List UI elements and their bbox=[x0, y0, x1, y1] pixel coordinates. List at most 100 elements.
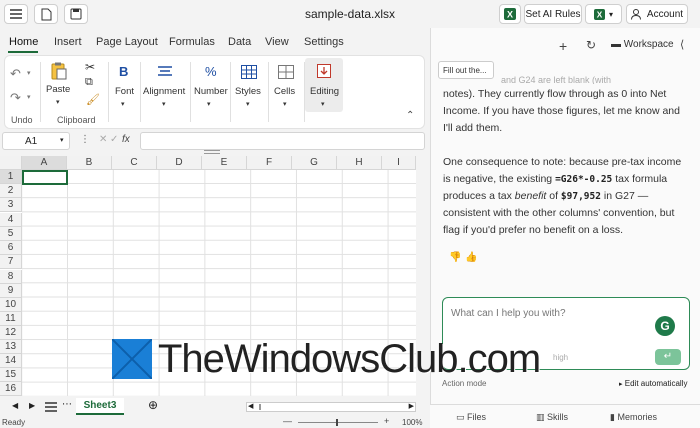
horizontal-scrollbar[interactable]: ◀ ▶ bbox=[246, 402, 416, 412]
enter-icon[interactable]: ✓ bbox=[110, 134, 118, 145]
collapse-ribbon-icon[interactable]: ⌃ bbox=[406, 110, 414, 121]
row-header[interactable]: 5 bbox=[0, 227, 22, 241]
divider bbox=[40, 62, 41, 122]
alignment-label: Alignment bbox=[143, 86, 186, 97]
redo-icon[interactable]: ↷ bbox=[10, 90, 21, 106]
column-header[interactable]: E bbox=[202, 156, 247, 170]
scroll-right-icon[interactable]: ▶ bbox=[409, 402, 414, 410]
row-header[interactable]: 6 bbox=[0, 241, 22, 255]
row-header[interactable]: 8 bbox=[0, 270, 22, 284]
add-icon[interactable]: + bbox=[559, 38, 567, 54]
vertical-scrollbar[interactable] bbox=[418, 156, 428, 396]
column-header[interactable]: G bbox=[292, 156, 337, 170]
scroll-thumb[interactable] bbox=[259, 404, 261, 410]
zoom-slider[interactable] bbox=[298, 419, 378, 426]
thumbs-up-icon[interactable]: 👍 bbox=[465, 252, 477, 263]
new-file-icon[interactable] bbox=[34, 4, 58, 24]
tab-data[interactable]: Data bbox=[228, 36, 251, 48]
history-icon[interactable]: ↻ bbox=[586, 38, 596, 52]
sheet-list-icon[interactable] bbox=[45, 402, 57, 412]
more-icon[interactable]: ⋮ bbox=[80, 134, 90, 145]
excel-dropdown-button[interactable]: X ▾ bbox=[585, 4, 622, 24]
zoom-out-icon[interactable]: — bbox=[283, 416, 292, 426]
copy-icon[interactable]: ⧉ bbox=[85, 76, 93, 89]
column-header[interactable]: A bbox=[22, 156, 67, 170]
cells-group[interactable]: Cells ▾ bbox=[269, 56, 303, 128]
edit-automatically-toggle[interactable]: ▸ Edit automatically bbox=[619, 379, 687, 388]
share-icon[interactable]: ⟨ bbox=[680, 38, 684, 51]
add-sheet-icon[interactable]: ⊕ bbox=[148, 398, 158, 412]
styles-group[interactable]: Styles ▾ bbox=[231, 56, 267, 128]
row-header[interactable]: 7 bbox=[0, 255, 22, 269]
select-all-corner[interactable] bbox=[0, 156, 22, 170]
chevron-down-icon[interactable]: ▾ bbox=[27, 93, 31, 101]
action-mode-label[interactable]: Action mode bbox=[442, 379, 486, 388]
sheet-tab-sheet3[interactable]: Sheet3 bbox=[76, 398, 124, 415]
excel-icon[interactable]: X bbox=[499, 4, 521, 24]
alignment-group[interactable]: Alignment ▾ bbox=[141, 56, 189, 128]
send-button[interactable]: ↵ bbox=[655, 349, 681, 365]
menu-icon[interactable] bbox=[4, 4, 28, 24]
tab-insert[interactable]: Insert bbox=[54, 36, 82, 48]
status-bar: Ready — + 100% bbox=[0, 416, 430, 428]
column-header[interactable]: H bbox=[337, 156, 382, 170]
more-sheets-icon[interactable]: ⋯ bbox=[62, 399, 72, 410]
cancel-icon[interactable]: ✕ bbox=[99, 134, 107, 145]
resize-handle[interactable] bbox=[204, 150, 220, 154]
tab-view[interactable]: View bbox=[265, 36, 289, 48]
font-group[interactable]: B Font ▾ bbox=[109, 56, 139, 128]
row-header[interactable]: 3 bbox=[0, 198, 22, 212]
set-ai-rules-button[interactable]: Set AI Rules bbox=[524, 4, 582, 24]
row-header[interactable]: 12 bbox=[0, 326, 22, 340]
cell-area[interactable] bbox=[22, 170, 416, 396]
row-header[interactable]: 10 bbox=[0, 298, 22, 312]
zoom-thumb[interactable] bbox=[336, 419, 338, 426]
workspace-button[interactable]: ▬ Workspace bbox=[611, 39, 674, 50]
fx-icon[interactable]: fx bbox=[122, 134, 130, 145]
row-header[interactable]: 2 bbox=[0, 184, 22, 198]
tab-page-layout[interactable]: Page Layout bbox=[96, 36, 158, 48]
save-icon[interactable] bbox=[64, 4, 88, 24]
column-header[interactable]: F bbox=[247, 156, 292, 170]
grammarly-icon[interactable]: G bbox=[655, 316, 675, 336]
tab-memories[interactable]: ▮ Memories bbox=[610, 412, 657, 423]
next-sheet-icon[interactable]: ▶ bbox=[29, 401, 35, 410]
spreadsheet-grid[interactable]: A B C D E F G H I 1 2 3 4 5 6 7 8 9 10 1… bbox=[0, 156, 416, 396]
row-header[interactable]: 14 bbox=[0, 354, 22, 368]
name-box[interactable]: A1 ▾ bbox=[2, 132, 70, 150]
tab-settings[interactable]: Settings bbox=[304, 36, 344, 48]
row-header[interactable]: 9 bbox=[0, 284, 22, 298]
undo-icon[interactable]: ↶ bbox=[10, 66, 21, 82]
paste-button[interactable]: Paste ▾ bbox=[46, 60, 72, 110]
account-button[interactable]: Account bbox=[626, 4, 688, 24]
scroll-left-icon[interactable]: ◀ bbox=[248, 402, 253, 410]
column-header[interactable]: B bbox=[67, 156, 112, 170]
row-header[interactable]: 16 bbox=[0, 382, 22, 396]
tab-skills[interactable]: ▥ Skills bbox=[536, 412, 568, 423]
model-hint[interactable]: high bbox=[553, 353, 568, 362]
number-label: Number bbox=[194, 86, 228, 97]
prev-sheet-icon[interactable]: ◀ bbox=[12, 401, 18, 410]
row-header[interactable]: 11 bbox=[0, 312, 22, 326]
tab-files[interactable]: ▭ Files bbox=[456, 412, 486, 423]
row-header[interactable]: 4 bbox=[0, 213, 22, 227]
thumbs-down-icon[interactable]: 👎 bbox=[449, 252, 461, 263]
chat-input-box[interactable]: What can I help you with? G high ↵ bbox=[442, 297, 690, 370]
editing-group[interactable]: Editing ▾ bbox=[305, 58, 343, 112]
tab-formulas[interactable]: Formulas bbox=[169, 36, 215, 48]
column-header[interactable]: I bbox=[382, 156, 416, 170]
zoom-in-icon[interactable]: + bbox=[384, 416, 389, 426]
cut-icon[interactable]: ✂ bbox=[85, 60, 95, 74]
column-header[interactable]: D bbox=[157, 156, 202, 170]
formula-input[interactable] bbox=[140, 132, 425, 150]
row-header[interactable]: 1 bbox=[0, 170, 22, 184]
chevron-down-icon[interactable]: ▾ bbox=[27, 69, 31, 77]
row-header[interactable]: 15 bbox=[0, 368, 22, 382]
tab-home[interactable]: Home bbox=[9, 36, 38, 48]
column-header[interactable]: C bbox=[112, 156, 157, 170]
selected-cell[interactable] bbox=[22, 170, 68, 185]
chevron-down-icon: ▾ bbox=[121, 101, 125, 108]
number-group[interactable]: % Number ▾ bbox=[191, 56, 229, 128]
row-header[interactable]: 13 bbox=[0, 340, 22, 354]
format-painter-icon[interactable]: 🖌 bbox=[86, 93, 100, 106]
